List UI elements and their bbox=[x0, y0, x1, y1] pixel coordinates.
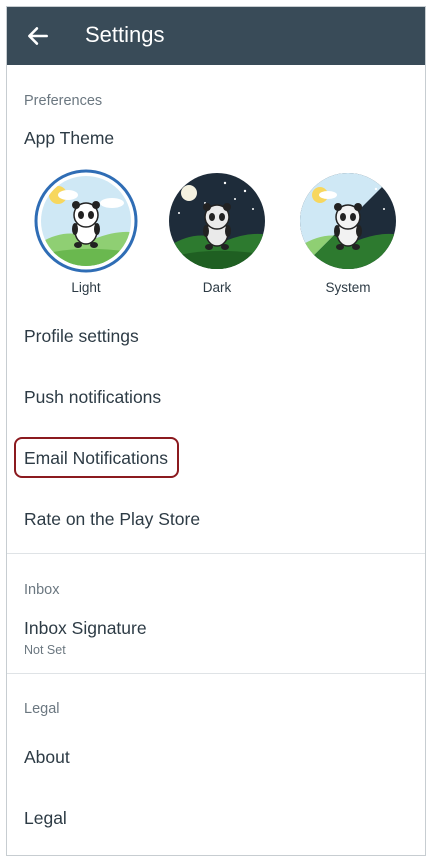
theme-label-dark: Dark bbox=[202, 280, 232, 295]
divider bbox=[7, 673, 425, 674]
section-label-legal: Legal bbox=[24, 701, 60, 717]
settings-screen: Settings Preferences App Theme Light Dar… bbox=[6, 6, 426, 856]
arrow-left-icon[interactable] bbox=[25, 23, 51, 49]
divider bbox=[7, 553, 425, 554]
legal-item[interactable]: Legal bbox=[24, 808, 67, 829]
email-notifications-item[interactable]: Email Notifications bbox=[24, 448, 168, 469]
system-theme-icon bbox=[300, 173, 396, 269]
app-theme-label: App Theme bbox=[24, 128, 115, 148]
light-theme-icon bbox=[34, 169, 138, 273]
inbox-signature-value: Not Set bbox=[24, 643, 66, 657]
inbox-signature-item[interactable]: Inbox Signature bbox=[24, 618, 147, 639]
theme-label-light: Light bbox=[71, 280, 101, 295]
section-label-preferences: Preferences bbox=[24, 93, 103, 109]
app-bar: Settings bbox=[7, 7, 425, 65]
section-label-inbox: Inbox bbox=[24, 582, 60, 598]
rate-play-store-item[interactable]: Rate on the Play Store bbox=[24, 509, 200, 530]
dark-theme-icon bbox=[169, 173, 265, 269]
page-title: Settings bbox=[85, 22, 165, 47]
about-item[interactable]: About bbox=[24, 747, 70, 768]
theme-label-system: System bbox=[325, 280, 371, 295]
profile-settings-item[interactable]: Profile settings bbox=[24, 326, 139, 347]
push-notifications-item[interactable]: Push notifications bbox=[24, 387, 161, 408]
